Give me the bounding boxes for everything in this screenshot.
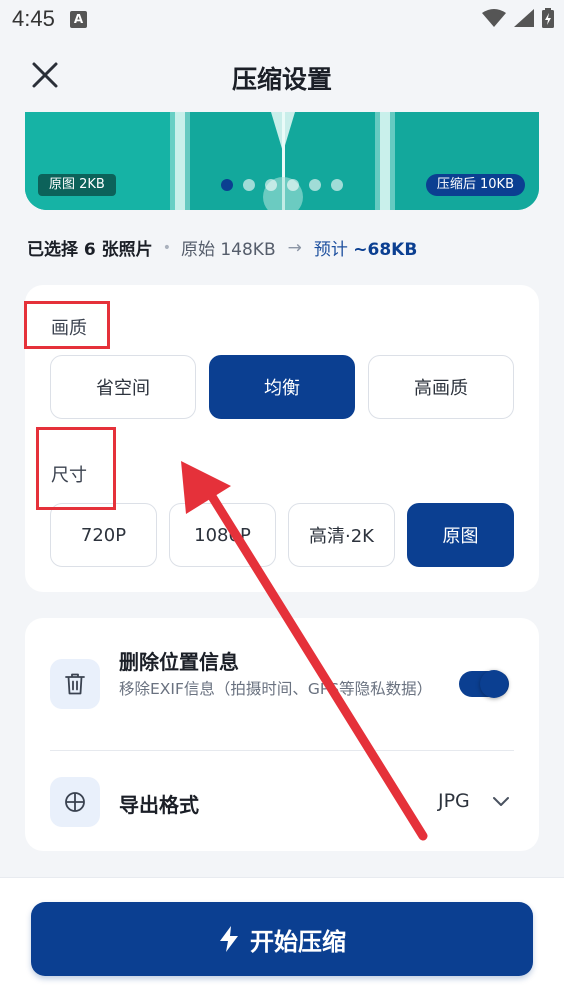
carousel-dot[interactable] bbox=[265, 179, 277, 191]
battery-icon bbox=[542, 8, 554, 28]
compressed-size-badge: 压缩后 10KB bbox=[425, 174, 525, 196]
options-card bbox=[25, 618, 539, 851]
trash-icon bbox=[65, 673, 85, 695]
estimate-value: ~68KB bbox=[353, 240, 418, 260]
remove-location-title: 删除位置信息 bbox=[119, 650, 239, 674]
chevron-down-icon[interactable] bbox=[492, 794, 510, 808]
size-option-1080p[interactable]: 1080P bbox=[169, 503, 276, 567]
arrow-right-icon: → bbox=[287, 237, 302, 258]
carousel-dot[interactable] bbox=[221, 179, 233, 191]
quality-option-balanced[interactable]: 均衡 bbox=[209, 355, 355, 419]
estimate-label: 预计 bbox=[313, 240, 354, 260]
lightning-icon bbox=[220, 926, 238, 952]
carousel-dots bbox=[221, 179, 343, 191]
toggle-knob bbox=[480, 670, 508, 698]
selected-count-text: 已选择 6 张照片 bbox=[27, 235, 153, 260]
export-format-select[interactable]: JPG bbox=[438, 790, 470, 812]
remove-location-toggle[interactable] bbox=[459, 670, 509, 698]
selection-summary: 已选择 6 张照片 • 原始 148KB → 预计 ~68KB bbox=[27, 235, 417, 261]
carousel-dot[interactable] bbox=[331, 179, 343, 191]
annotation-box-size bbox=[36, 427, 116, 510]
divider bbox=[50, 750, 514, 751]
annotation-box-quality bbox=[24, 301, 110, 349]
trash-icon-box bbox=[50, 659, 100, 709]
carousel-dot[interactable] bbox=[243, 179, 255, 191]
app-notification-icon: A bbox=[70, 11, 87, 28]
estimated-size: 预计 ~68KB bbox=[314, 235, 417, 260]
original-size: 原始 148KB bbox=[180, 240, 276, 260]
status-time: 4:45 bbox=[12, 6, 55, 31]
size-option-original[interactable]: 原图 bbox=[407, 503, 514, 567]
quality-option-high[interactable]: 高画质 bbox=[368, 355, 514, 419]
export-format-icon-box bbox=[50, 777, 100, 827]
original-size-badge: 原图 2KB bbox=[38, 174, 116, 196]
export-format-label: 导出格式 bbox=[119, 793, 199, 817]
separator-dot: • bbox=[162, 239, 171, 256]
preview-carousel[interactable]: 原图 2KB 压缩后 10KB bbox=[25, 112, 539, 210]
size-option-720p[interactable]: 720P bbox=[50, 503, 157, 567]
carousel-dot[interactable] bbox=[309, 179, 321, 191]
carousel-dot[interactable] bbox=[287, 179, 299, 191]
page-title: 压缩设置 bbox=[231, 65, 332, 94]
remove-location-description: 移除EXIF信息（拍摄时间、GPS等隐私数据） bbox=[119, 680, 433, 698]
crosshair-icon bbox=[65, 792, 85, 812]
size-option-2k[interactable]: 高清·2K bbox=[288, 503, 395, 567]
start-compress-label: 开始压缩 bbox=[250, 927, 346, 956]
selected-prefix: 已选择 bbox=[27, 240, 84, 260]
quality-option-save-space[interactable]: 省空间 bbox=[50, 355, 196, 419]
wifi-icon bbox=[482, 9, 506, 27]
selected-count: 6 bbox=[83, 240, 96, 260]
start-compress-button[interactable]: 开始压缩 bbox=[31, 902, 533, 976]
signal-icon bbox=[514, 9, 534, 27]
selected-suffix: 张照片 bbox=[95, 240, 153, 260]
status-icons bbox=[482, 8, 554, 28]
